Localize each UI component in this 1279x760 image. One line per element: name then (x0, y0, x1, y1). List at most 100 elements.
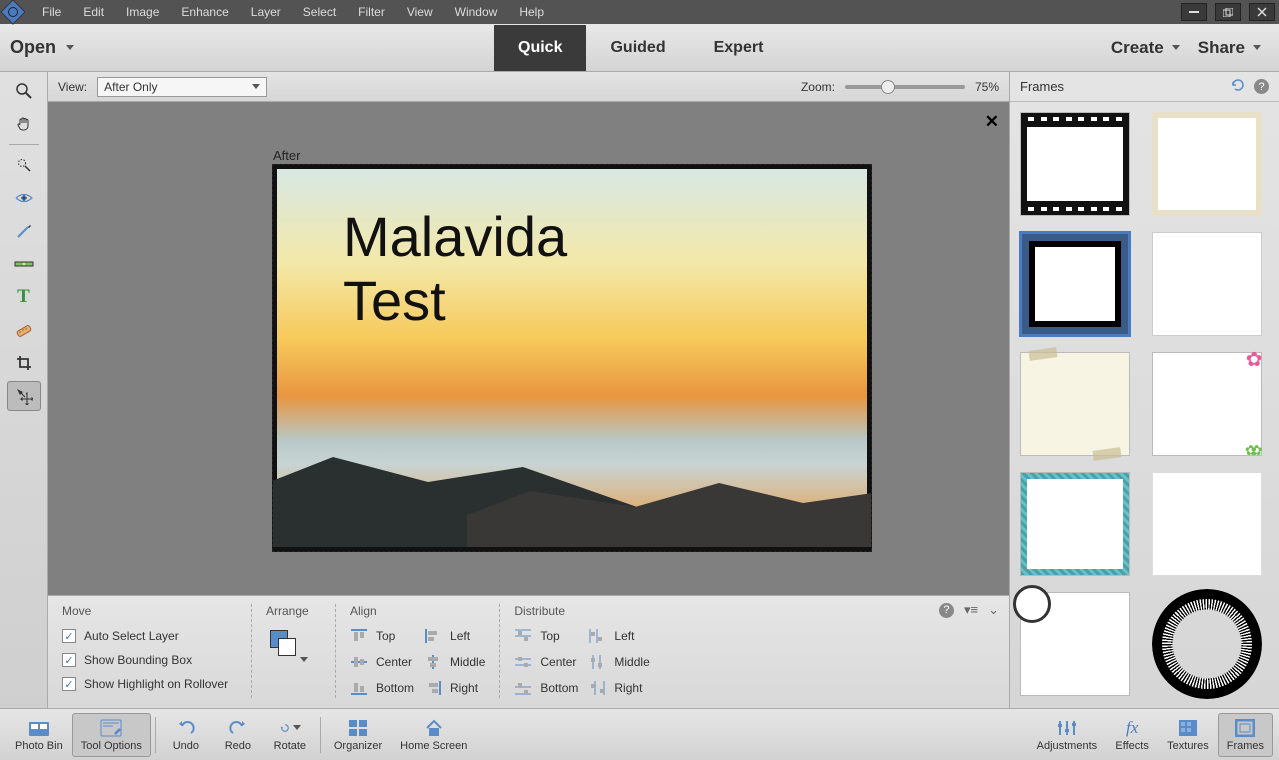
frames-panel: Frames ? (1009, 72, 1279, 708)
menu-select[interactable]: Select (293, 3, 346, 21)
zoom-value: 75% (975, 80, 999, 94)
adjustments-button[interactable]: Adjustments (1028, 713, 1107, 757)
panel-title: Frames (1020, 79, 1064, 94)
frame-ring[interactable] (1152, 592, 1262, 696)
menu-filter[interactable]: Filter (348, 3, 395, 21)
organizer-button[interactable]: Organizer (325, 713, 391, 757)
distribute-middle-button[interactable]: Middle (588, 652, 649, 672)
move-section: Move ✓Auto Select Layer ✓Show Bounding B… (62, 604, 252, 698)
align-left-button[interactable]: Left (424, 626, 485, 646)
zoom-slider[interactable] (845, 85, 965, 89)
photo-bin-button[interactable]: Photo Bin (6, 713, 72, 757)
separator (320, 717, 321, 753)
tab-quick[interactable]: Quick (494, 25, 586, 71)
chevron-down-icon (252, 84, 260, 89)
canvas-area: ✕ After Malavida Test (48, 102, 1009, 595)
view-select[interactable]: After Only (97, 77, 267, 97)
reset-icon[interactable] (1230, 78, 1246, 95)
collapse-icon[interactable]: ⌄ (988, 602, 999, 618)
menu-window[interactable]: Window (445, 3, 508, 21)
chevron-down-icon (1253, 45, 1261, 50)
maximize-button[interactable] (1215, 3, 1241, 21)
frame-filmstrip[interactable] (1020, 112, 1130, 216)
show-highlight-check[interactable]: ✓Show Highlight on Rollover (62, 674, 237, 694)
menu-edit[interactable]: Edit (73, 3, 114, 21)
frame-thin[interactable] (1152, 232, 1262, 336)
tab-expert[interactable]: Expert (690, 25, 788, 71)
distribute-left-button[interactable]: Left (588, 626, 649, 646)
canvas-image-fg (277, 427, 867, 547)
distribute-center-button[interactable]: Center (514, 652, 578, 672)
align-right-button[interactable]: Right (424, 678, 485, 698)
menu-file[interactable]: File (32, 3, 71, 21)
frames-button[interactable]: Frames (1218, 713, 1273, 757)
whiten-tool[interactable] (7, 216, 41, 246)
menu-view[interactable]: View (397, 3, 443, 21)
menu-help[interactable]: Help (509, 3, 554, 21)
quick-select-tool[interactable] (7, 150, 41, 180)
align-center-button[interactable]: Center (350, 652, 414, 672)
straighten-tool[interactable] (7, 249, 41, 279)
window-controls (1181, 3, 1275, 21)
tool-options-button[interactable]: Tool Options (72, 713, 151, 757)
hand-tool[interactable] (7, 109, 41, 139)
menu-icon[interactable]: ▾≡ (964, 602, 978, 618)
viewbar: View: After Only Zoom: 75% (48, 72, 1009, 102)
menu-layer[interactable]: Layer (241, 3, 291, 21)
toolbar: T (0, 72, 48, 708)
section-title: Distribute (514, 604, 649, 618)
panel-header: Frames ? (1010, 72, 1279, 102)
crop-tool[interactable] (7, 348, 41, 378)
chevron-down-icon (66, 45, 74, 50)
text-tool[interactable]: T (7, 282, 41, 312)
frame-flowers[interactable] (1152, 352, 1262, 456)
rotate-button[interactable]: Rotate (264, 713, 316, 757)
show-bounding-box-check[interactable]: ✓Show Bounding Box (62, 650, 237, 670)
effects-button[interactable]: fxEffects (1106, 713, 1158, 757)
redeye-tool[interactable] (7, 183, 41, 213)
tab-guided[interactable]: Guided (586, 25, 689, 71)
align-top-button[interactable]: Top (350, 626, 414, 646)
frame-black[interactable] (1020, 232, 1130, 336)
frame-vintage[interactable] (1152, 112, 1262, 216)
distribute-section: Distribute Top Center Bottom Left Middle… (514, 604, 663, 698)
align-middle-button[interactable]: Middle (424, 652, 485, 672)
undo-button[interactable]: Undo (160, 713, 212, 757)
distribute-bottom-button[interactable]: Bottom (514, 678, 578, 698)
section-title: Align (350, 604, 485, 618)
frame-teal[interactable] (1020, 472, 1130, 576)
help-icon[interactable]: ? (939, 603, 954, 618)
minimize-button[interactable] (1181, 3, 1207, 21)
canvas[interactable]: Malavida Test (272, 164, 872, 552)
home-screen-button[interactable]: Home Screen (391, 713, 476, 757)
frame-stamp[interactable] (1152, 472, 1262, 576)
close-button[interactable] (1249, 3, 1275, 21)
share-button[interactable]: Share (1198, 38, 1261, 58)
auto-select-layer-check[interactable]: ✓Auto Select Layer (62, 626, 237, 646)
healing-tool[interactable] (7, 315, 41, 345)
chevron-down-icon (1172, 45, 1180, 50)
align-bottom-button[interactable]: Bottom (350, 678, 414, 698)
zoom-tool[interactable] (7, 76, 41, 106)
close-document-button[interactable]: ✕ (985, 112, 999, 132)
create-button[interactable]: Create (1111, 38, 1180, 58)
section-title: Arrange (266, 604, 321, 618)
workspace: T View: After Only Zoom: 75% ✕ After Mal… (0, 72, 1279, 708)
redo-button[interactable]: Redo (212, 713, 264, 757)
slider-thumb[interactable] (881, 80, 895, 94)
open-button[interactable]: Open (10, 37, 74, 58)
align-section: Align Top Center Bottom Left Middle Righ… (350, 604, 500, 698)
distribute-right-button[interactable]: Right (588, 678, 649, 698)
center-column: View: After Only Zoom: 75% ✕ After Malav… (48, 72, 1009, 708)
move-tool[interactable] (7, 381, 41, 411)
help-icon[interactable]: ? (1254, 79, 1269, 94)
textures-button[interactable]: Textures (1158, 713, 1218, 757)
arrange-button[interactable] (266, 626, 302, 662)
menu-image[interactable]: Image (116, 3, 169, 21)
distribute-top-button[interactable]: Top (514, 626, 578, 646)
frame-magnify[interactable] (1020, 592, 1130, 696)
modebar-actions: Create Share (1111, 38, 1261, 58)
canvas-text[interactable]: Malavida Test (343, 205, 567, 334)
frame-tape[interactable] (1020, 352, 1130, 456)
menu-enhance[interactable]: Enhance (171, 3, 238, 21)
